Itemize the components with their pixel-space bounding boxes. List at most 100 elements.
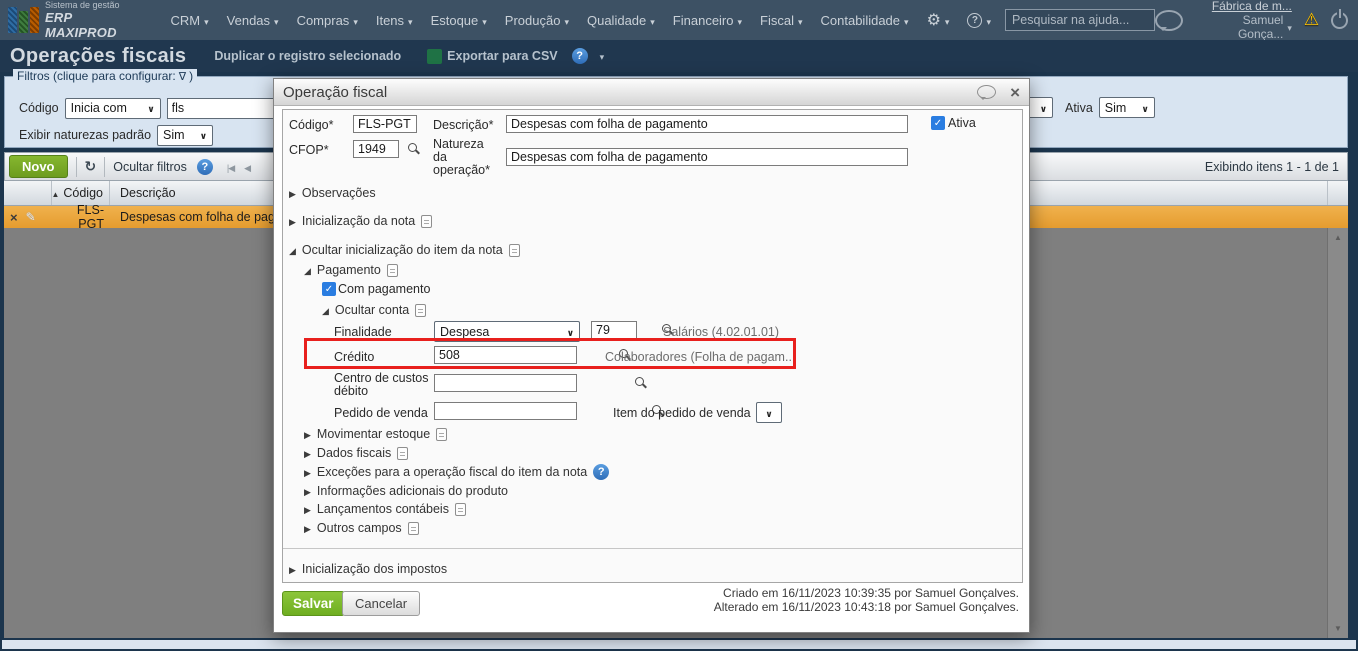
close-icon[interactable] bbox=[1010, 84, 1020, 101]
dialog-form-box: Código* Descrição* Ativa CFOP* Natureza … bbox=[282, 109, 1023, 583]
section-informacoes-adicionais[interactable]: Informações adicionais do produto bbox=[304, 484, 508, 498]
search-icon[interactable] bbox=[407, 142, 420, 156]
collapse-icon bbox=[322, 303, 329, 317]
dialog-header[interactable]: Operação fiscal bbox=[274, 79, 1029, 106]
chevron-down-icon bbox=[204, 13, 209, 28]
menu-contabilidade[interactable]: Contabilidade bbox=[821, 13, 909, 28]
first-page-icon[interactable] bbox=[227, 160, 234, 174]
company-link[interactable]: Fábrica de m... bbox=[1195, 0, 1292, 13]
export-csv-button[interactable]: Exportar para CSV bbox=[447, 49, 557, 63]
notes-icon[interactable] bbox=[415, 303, 427, 317]
notes-icon[interactable] bbox=[454, 502, 466, 516]
dialog-title: Operação fiscal bbox=[283, 83, 388, 101]
cfop-input[interactable] bbox=[353, 140, 399, 158]
menu-vendas[interactable]: Vendas bbox=[227, 13, 279, 28]
chevron-down-icon bbox=[738, 13, 743, 28]
section-observacoes[interactable]: Observações bbox=[289, 186, 376, 200]
natureza-input[interactable] bbox=[506, 148, 908, 166]
cancelar-button[interactable]: Cancelar bbox=[342, 591, 421, 616]
brand-name: ERP MAXIPROD bbox=[45, 10, 117, 40]
codigo-label: Código* bbox=[289, 118, 334, 132]
ativa-checkbox[interactable] bbox=[931, 116, 945, 130]
filter-funnel-icon bbox=[179, 69, 186, 83]
item-pedido-select[interactable] bbox=[756, 402, 782, 423]
delete-row-icon[interactable] bbox=[10, 210, 18, 225]
section-inicializacao-nota[interactable]: Inicialização da nota bbox=[289, 214, 433, 228]
menu-compras[interactable]: Compras bbox=[297, 13, 358, 28]
scroll-down-icon[interactable] bbox=[1328, 624, 1348, 633]
column-header-codigo[interactable]: Código bbox=[52, 181, 110, 205]
com-pagamento-checkbox[interactable] bbox=[322, 282, 336, 296]
section-inicializacao-impostos[interactable]: Inicialização dos impostos bbox=[289, 562, 447, 576]
duplicate-record-button[interactable]: Duplicar o registro selecionado bbox=[214, 49, 401, 63]
help-search-input[interactable] bbox=[1004, 9, 1155, 31]
ativa-filter-select[interactable]: Sim bbox=[1098, 97, 1155, 118]
section-dados-fiscais[interactable]: Dados fiscais bbox=[304, 446, 409, 460]
section-ocultar-conta[interactable]: Ocultar conta bbox=[322, 303, 427, 317]
select-arrow-icon bbox=[1141, 101, 1148, 115]
notes-icon[interactable] bbox=[436, 427, 448, 441]
chevron-down-icon[interactable] bbox=[600, 49, 605, 63]
section-inicializacao-item-nota[interactable]: Ocultar inicialização do item da nota bbox=[289, 243, 520, 257]
centro-custos-label: Centro de custos débito bbox=[334, 371, 429, 398]
horizontal-scrollbar[interactable] bbox=[2, 640, 1356, 649]
notes-icon[interactable] bbox=[508, 243, 520, 257]
help-icon[interactable] bbox=[593, 464, 610, 480]
refresh-icon[interactable] bbox=[85, 158, 97, 175]
centro-custos-input[interactable] bbox=[434, 374, 577, 392]
credito-input[interactable] bbox=[434, 346, 577, 364]
menu-help[interactable] bbox=[967, 12, 991, 28]
finalidade-conta-input[interactable] bbox=[591, 321, 637, 339]
descricao-input[interactable] bbox=[506, 115, 908, 133]
exibir-naturezas-select[interactable]: Sim bbox=[157, 124, 214, 146]
menu-crm[interactable]: CRM bbox=[171, 13, 209, 28]
select-arrow-icon bbox=[567, 325, 574, 339]
menu-financeiro[interactable]: Financeiro bbox=[673, 13, 742, 28]
menu-fiscal[interactable]: Fiscal bbox=[760, 13, 802, 28]
logout-power-icon[interactable] bbox=[1331, 8, 1348, 29]
ativa-label: Ativa bbox=[948, 116, 976, 130]
menu-settings[interactable] bbox=[927, 10, 950, 30]
finalidade-select[interactable]: Despesa bbox=[434, 321, 580, 342]
notes-icon[interactable] bbox=[386, 263, 398, 277]
scroll-up-icon[interactable] bbox=[1328, 233, 1348, 242]
section-divider bbox=[283, 548, 1022, 549]
finalidade-conta-nome: Salários (4.02.01.01) bbox=[663, 325, 780, 339]
section-outros-campos[interactable]: Outros campos bbox=[304, 521, 419, 535]
section-excecoes[interactable]: Exceções para a operação fiscal do item … bbox=[304, 464, 610, 480]
menu-estoque[interactable]: Estoque bbox=[431, 13, 487, 28]
search-icon[interactable] bbox=[634, 376, 647, 390]
notes-icon[interactable] bbox=[397, 446, 409, 460]
codigo-operator-select[interactable]: Inicia com bbox=[64, 97, 161, 119]
menu-itens[interactable]: Itens bbox=[376, 13, 413, 28]
section-pagamento[interactable]: Pagamento bbox=[304, 263, 398, 277]
novo-button[interactable]: Novo bbox=[9, 155, 68, 178]
notes-icon[interactable] bbox=[407, 521, 419, 535]
menu-producao[interactable]: Produção bbox=[505, 13, 569, 28]
csv-export-icon bbox=[427, 48, 443, 64]
section-movimentar-estoque[interactable]: Movimentar estoque bbox=[304, 427, 448, 441]
brand-logo[interactable]: Sistema de gestão ERP MAXIPROD bbox=[0, 0, 157, 40]
chat-icon[interactable] bbox=[1154, 9, 1183, 31]
help-icon[interactable] bbox=[571, 48, 588, 64]
select-arrow-icon bbox=[147, 101, 154, 115]
user-menu[interactable]: Samuel Gonça... bbox=[1195, 13, 1292, 41]
menu-qualidade[interactable]: Qualidade bbox=[587, 13, 655, 28]
pedido-venda-label: Pedido de venda bbox=[334, 406, 428, 420]
warning-icon[interactable] bbox=[1304, 10, 1319, 30]
section-lancamentos-contabeis[interactable]: Lançamentos contábeis bbox=[304, 502, 466, 516]
dialog-chat-icon[interactable] bbox=[977, 85, 997, 100]
page-titlebar: Operações fiscais Duplicar o registro se… bbox=[0, 40, 1358, 72]
pedido-venda-input[interactable] bbox=[434, 402, 577, 420]
filters-legend[interactable]: Filtros (clique para configurar: ) bbox=[13, 69, 198, 83]
previous-page-icon[interactable] bbox=[244, 160, 251, 174]
help-icon[interactable] bbox=[196, 158, 213, 175]
chevron-down-icon bbox=[353, 13, 358, 28]
codigo-input[interactable] bbox=[353, 115, 417, 133]
vertical-scrollbar[interactable] bbox=[1327, 228, 1348, 638]
edit-row-icon[interactable] bbox=[26, 210, 36, 224]
ocultar-filtros-button[interactable]: Ocultar filtros bbox=[113, 160, 187, 174]
notes-icon[interactable] bbox=[421, 214, 433, 228]
chevron-down-icon bbox=[564, 13, 569, 28]
salvar-button[interactable]: Salvar bbox=[282, 591, 345, 616]
